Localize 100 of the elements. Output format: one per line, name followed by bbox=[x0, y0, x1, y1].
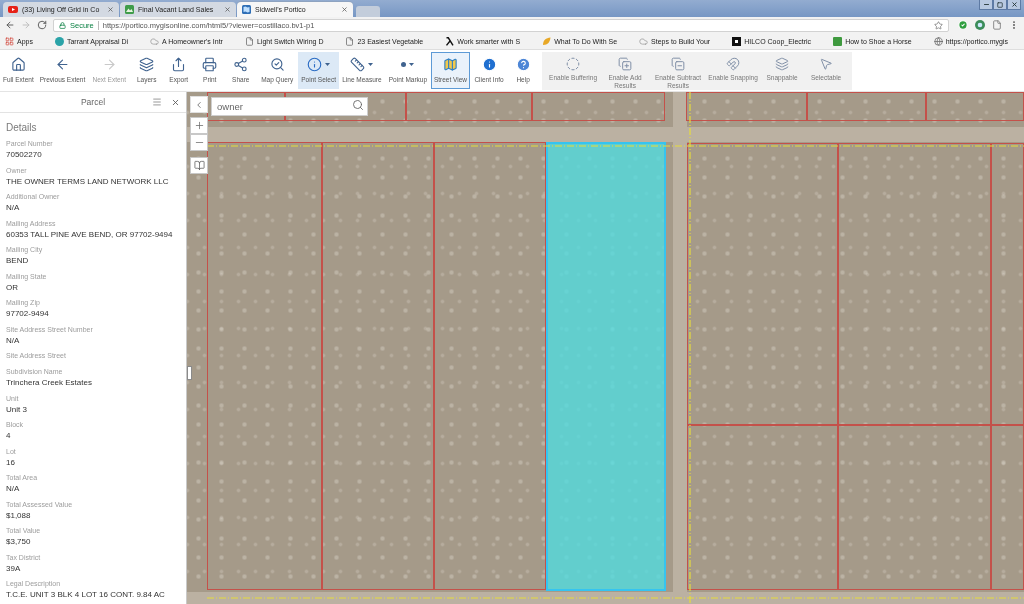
zoom-out-button[interactable] bbox=[190, 134, 208, 151]
cloud-icon bbox=[150, 36, 160, 46]
circle-icon bbox=[54, 36, 64, 46]
copy-plus-icon bbox=[618, 57, 633, 71]
printer-icon bbox=[202, 57, 218, 72]
layers-icon bbox=[139, 57, 155, 72]
parcel[interactable] bbox=[532, 92, 665, 121]
field-value: 16 bbox=[6, 456, 15, 469]
book-icon bbox=[193, 160, 205, 171]
parcel[interactable] bbox=[807, 92, 926, 121]
extension-icon[interactable] bbox=[975, 20, 985, 30]
leaf-icon bbox=[542, 36, 552, 46]
chevron-left-icon bbox=[194, 99, 204, 110]
field-value: 4 bbox=[6, 430, 11, 442]
field-value: 70502270 bbox=[6, 149, 42, 161]
parcel[interactable] bbox=[322, 142, 434, 590]
square-icon bbox=[833, 36, 843, 46]
parcel[interactable] bbox=[991, 143, 1024, 425]
plus-icon bbox=[193, 120, 205, 131]
ruler-icon bbox=[350, 57, 366, 72]
play-button-icon bbox=[8, 6, 18, 13]
field-value: Unit 3 bbox=[6, 403, 27, 416]
dashed-circle-icon bbox=[566, 57, 581, 71]
field-value: 60353 TALL PINE AVE BEND, OR 97702-9494 bbox=[6, 228, 173, 241]
maximize-button[interactable] bbox=[993, 0, 1007, 10]
arrow-right-icon bbox=[101, 57, 117, 72]
reload-icon[interactable] bbox=[37, 20, 47, 30]
star-icon[interactable] bbox=[934, 20, 943, 30]
magnet-icon bbox=[726, 57, 741, 71]
dot-icon bbox=[401, 62, 407, 67]
globe-icon bbox=[933, 36, 943, 46]
parcel[interactable] bbox=[434, 142, 546, 590]
field-value: N/A bbox=[6, 334, 20, 347]
field-value: N/A bbox=[6, 202, 20, 214]
parcel[interactable] bbox=[838, 425, 991, 590]
lock-icon bbox=[59, 21, 66, 29]
field-value: $3,750 bbox=[6, 536, 31, 548]
parcel[interactable] bbox=[926, 92, 1024, 121]
field-value: 39A bbox=[6, 562, 21, 575]
close-window-button[interactable] bbox=[1007, 0, 1021, 10]
pointer-icon bbox=[819, 57, 834, 71]
copy-minus-icon bbox=[671, 57, 686, 71]
field-value: N/A bbox=[6, 483, 20, 495]
parcel[interactable] bbox=[686, 92, 807, 121]
book-button[interactable] bbox=[190, 157, 208, 174]
back-icon[interactable] bbox=[5, 20, 15, 30]
field-value: Trinchera Creek Estates bbox=[6, 377, 92, 389]
parcel[interactable] bbox=[285, 92, 406, 121]
search-icon[interactable] bbox=[352, 99, 364, 111]
upload-icon bbox=[171, 57, 187, 72]
caret-icon bbox=[325, 63, 331, 66]
map-icon bbox=[242, 5, 251, 14]
page-icon[interactable] bbox=[992, 20, 1002, 30]
layers-icon bbox=[775, 57, 790, 71]
parcel[interactable] bbox=[207, 142, 322, 590]
field-value: 97702-9494 bbox=[6, 308, 49, 320]
page-icon bbox=[345, 36, 355, 46]
close-icon[interactable] bbox=[224, 6, 231, 13]
map-icon bbox=[443, 57, 458, 72]
square-icon bbox=[732, 36, 742, 46]
help-icon bbox=[515, 57, 531, 72]
field-value: THE OWNER TERMS LAND NETWORK LLC bbox=[6, 175, 169, 188]
close-icon bbox=[1010, 1, 1018, 8]
section-title: Details bbox=[6, 121, 37, 134]
minimize-button[interactable] bbox=[979, 0, 993, 10]
apps-grid-icon bbox=[5, 36, 14, 46]
field-value: $1,088 bbox=[6, 509, 31, 522]
menu-icon[interactable] bbox=[152, 97, 162, 107]
collapse-panel-button[interactable] bbox=[190, 96, 208, 113]
info-icon bbox=[481, 57, 497, 72]
zoom-in-button[interactable] bbox=[190, 117, 208, 134]
maximize-icon bbox=[997, 1, 1003, 8]
parcel[interactable] bbox=[406, 92, 532, 121]
panel-title: Parcel bbox=[80, 97, 106, 107]
arrow-left-icon bbox=[55, 57, 70, 72]
parcel[interactable] bbox=[991, 425, 1024, 590]
parcel[interactable] bbox=[207, 92, 285, 121]
caret-icon bbox=[409, 63, 415, 66]
forward-icon[interactable] bbox=[21, 20, 31, 30]
close-icon[interactable] bbox=[107, 6, 114, 13]
check-circle-icon[interactable] bbox=[958, 20, 968, 30]
cloud-icon bbox=[639, 36, 649, 46]
panel-resize-handle[interactable] bbox=[187, 366, 192, 380]
lambda-icon bbox=[445, 36, 455, 46]
landscape-icon bbox=[125, 5, 134, 14]
search-field[interactable]: owner bbox=[211, 97, 368, 116]
field-value: T.C.E. UNIT 3 BLK 4 LOT 16 CONT. 9.84 AC bbox=[6, 589, 165, 601]
parcel[interactable] bbox=[687, 425, 838, 590]
page-icon bbox=[244, 36, 254, 46]
caret-icon bbox=[368, 63, 374, 66]
home-icon bbox=[10, 57, 26, 72]
close-icon[interactable] bbox=[341, 6, 348, 13]
close-icon[interactable] bbox=[171, 97, 180, 107]
minimize-icon bbox=[982, 1, 990, 8]
magnifier-icon bbox=[269, 57, 285, 72]
info-icon bbox=[307, 57, 323, 72]
share-icon bbox=[233, 57, 249, 72]
field-value: OR bbox=[6, 281, 18, 294]
parcel[interactable] bbox=[838, 143, 991, 425]
parcel[interactable] bbox=[687, 143, 838, 425]
